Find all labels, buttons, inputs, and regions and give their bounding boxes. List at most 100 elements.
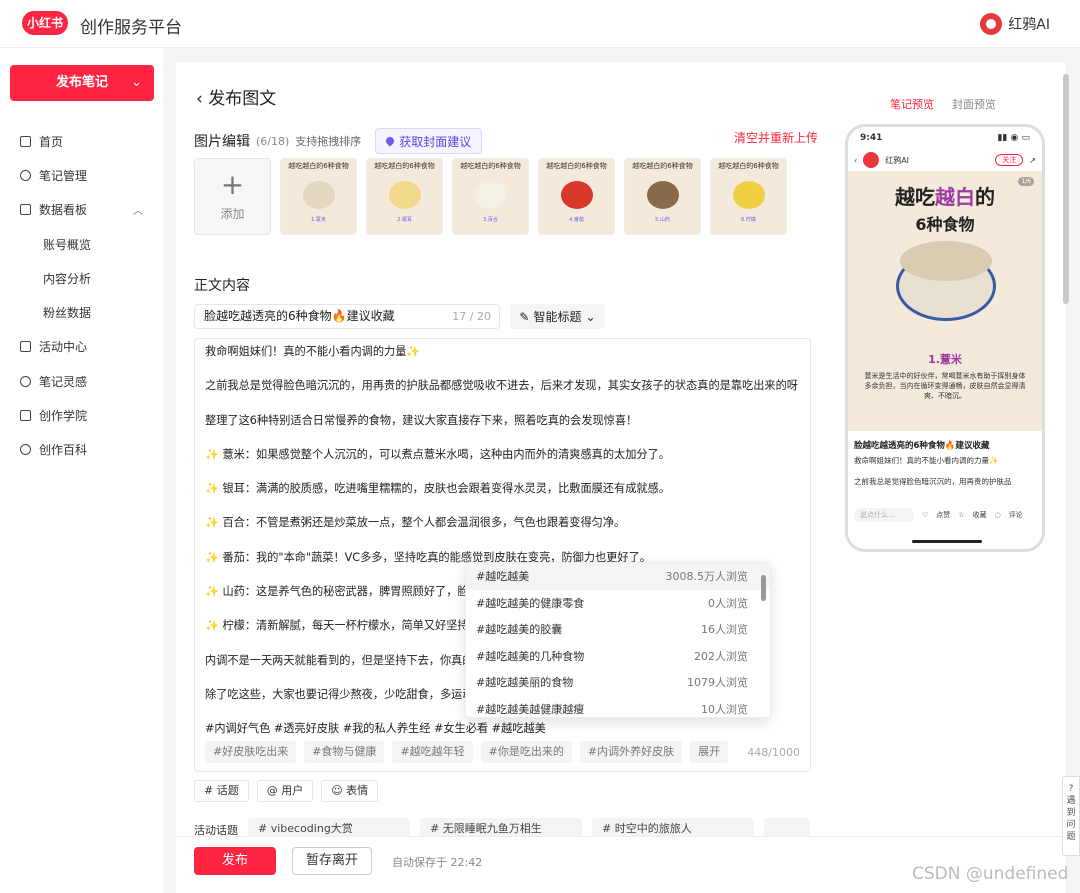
save-draft-button[interactable]: 暂存离开 [292, 847, 372, 875]
sidebar-item-1[interactable]: 笔记管理 [0, 158, 163, 192]
image-thumbnail[interactable]: 越吃越白的6种食物 4.番茄 [538, 158, 615, 235]
food-image [561, 181, 593, 209]
image-thumbnail[interactable]: 越吃越白的6种食物 1.薏米 [280, 158, 357, 235]
food-image [389, 181, 421, 209]
sidebar-item-label: 账号概览 [43, 237, 92, 252]
sidebar: 发布笔记 ⌄ 首页 笔记管理 数据看板 ︿ 账号概览 内容分析 粉丝数据 活动中心 笔记灵感 创作… [0, 48, 163, 893]
topic-views: 3008.5万人浏览 [665, 570, 749, 584]
content-heading: 正文内容 [194, 278, 250, 294]
topic-tag: #越吃越美越健康越瘦 [476, 702, 585, 716]
star-icon: ☆ [958, 511, 965, 519]
back-button[interactable]: ‹ 发布图文 [196, 84, 276, 109]
title-input[interactable]: 脸越吃越透亮的6种食物🔥建议收藏 17 / 20 [194, 304, 500, 329]
topic-chip[interactable]: #越吃越年轻 [392, 741, 473, 763]
topic-chip[interactable]: #你是吃出来的 [480, 741, 572, 763]
preview-big-subtitle: 6种食物 [915, 215, 975, 234]
emoji-button[interactable]: ☺ 表情 [321, 780, 379, 802]
dropdown-option[interactable]: #越吃越美的几种食物 202人浏览 [466, 643, 770, 670]
clear-reupload-link[interactable]: 清空并重新上传 [734, 129, 818, 146]
thumbnail-title: 越吃越白的6种食物 [288, 162, 349, 170]
smart-title-button[interactable]: ✎ 智能标题 ⌄ [510, 304, 605, 329]
topic-views: 202人浏览 [694, 649, 748, 663]
wiki-icon [20, 444, 31, 456]
tab-note-preview[interactable]: 笔记预览 [890, 96, 934, 112]
sidebar-item-7[interactable]: 笔记灵感 [0, 364, 163, 398]
sidebar-item-6[interactable]: 活动中心 [0, 330, 163, 364]
dropdown-option[interactable]: #越吃越美越健康越瘦 10人浏览 [466, 696, 770, 718]
preview-note-text: 救命啊姐妹们！真的不能小看内调的力量✨ [854, 456, 999, 465]
sidebar-nav: 首页 笔记管理数据看板 ︿ 账号概览内容分析 粉丝数据活动中心笔记灵感 创作学院 创作百科 [0, 124, 163, 467]
image-thumbnail[interactable]: 越吃越白的6种食物 5.山药 [624, 158, 701, 235]
dropdown-option[interactable]: #越吃越美的健康零食 0人浏览 [466, 590, 770, 617]
sidebar-item-4[interactable]: 内容分析 [0, 261, 163, 295]
preview-note-text: 之前我总是觉得脸色暗沉沉的，用再贵的护肤品 [854, 477, 1012, 486]
sidebar-item-label: 数据看板 [39, 203, 88, 218]
user-name: 红鸦AI [1008, 17, 1050, 33]
avatar [863, 152, 880, 168]
chart-icon [20, 204, 31, 216]
topic-views: 1079人浏览 [687, 676, 748, 690]
phone-preview: 9:41 ▮▮ ◉ ▭ ‹ 红鸦AI 关注 ↗ 1/6 越吃越白的 6种食物 1.… [845, 124, 1045, 552]
content-paragraph: ✨ 薏米：如果感觉整个人沉沉的，可以煮点薏米水喝，这种由内而外的清爽感真的太加分… [205, 447, 670, 461]
image-count: (6/18) [256, 134, 290, 148]
avatar[interactable] [980, 13, 1003, 35]
phone-action-bar: 说点什么... ♡ 点赞 ☆ 收藏 ◌ 评论 [848, 505, 1042, 525]
topic-button[interactable]: # 话题 [194, 780, 249, 802]
add-image-button[interactable]: + 添加 [194, 158, 271, 235]
content-paragraph: 整理了这6种特别适合日常慢养的食物，建议大家直接存下来，照着吃真的会发现惊喜！ [205, 413, 638, 427]
tab-cover-preview[interactable]: 封面预览 [952, 96, 996, 112]
topic-tag: #越吃越美 [476, 570, 530, 584]
question-icon: ? [1068, 784, 1074, 794]
user-menu[interactable]: 红鸦AI [980, 13, 1050, 35]
sidebar-item-5[interactable]: 粉丝数据 [0, 295, 163, 329]
sidebar-item-0[interactable]: 首页 [0, 124, 163, 158]
content-paragraph: ✨ 百合：不管是煮粥还是炒菜放一点，整个人都会温润很多，气色也跟着变得匀净。 [205, 516, 626, 530]
drag-hint: 支持拖拽排序 [295, 135, 362, 148]
thumbnail-caption: 3.百合 [483, 217, 498, 223]
topic-chip[interactable]: #内调外养好皮肤 [579, 741, 683, 763]
preview-image: 1/6 越吃越白的 6种食物 1.薏米 薏米是生活中的好伙伴，常喝薏米水有助于挥… [848, 171, 1042, 431]
image-edit-heading: 图片编辑 [194, 134, 250, 150]
dropdown-option[interactable]: #越吃越美丽的食物 1079人浏览 [466, 669, 770, 696]
app-title: 创作服务平台 [80, 18, 182, 38]
dropdown-option[interactable]: #越吃越美的胶囊 16人浏览 [466, 616, 770, 643]
dropdown-scrollbar[interactable] [761, 575, 766, 601]
top-bar: 小红书 创作服务平台 红鸦AI [0, 0, 1080, 48]
content-paragraph: 之前我总是觉得脸色暗沉沉的，用再贵的护肤品都感觉吸收不进去，后来才发现，其实女孩… [205, 379, 800, 393]
dropdown-option[interactable]: #越吃越美 3008.5万人浏览 [466, 563, 770, 590]
main-panel: ‹ 发布图文 图片编辑 (6/18) 支持拖拽排序 获取封面建议 清空并重新上传… [176, 62, 1066, 893]
thumbnail-caption: 6.柠檬 [741, 217, 756, 223]
sidebar-item-8[interactable]: 创作学院 [0, 398, 163, 432]
page-scrollbar[interactable] [1062, 62, 1070, 822]
thumbnail-caption: 5.山药 [655, 217, 670, 223]
image-thumbnail[interactable]: 越吃越白的6种食物 2.银耳 [366, 158, 443, 235]
word-count: 448/1000 [747, 745, 800, 759]
thumbnail-title: 越吃越白的6种食物 [374, 162, 435, 170]
logo[interactable]: 小红书 [22, 11, 68, 35]
magic-wand-icon: ✎ [519, 309, 530, 324]
cover-suggestion-button[interactable]: 获取封面建议 [375, 128, 483, 154]
plus-icon: + [220, 168, 245, 201]
sidebar-item-9[interactable]: 创作百科 [0, 433, 163, 467]
chevron-down-icon[interactable]: ⌄ [131, 65, 142, 101]
thumbnail-title: 越吃越白的6种食物 [546, 162, 607, 170]
topic-chip[interactable]: #好皮肤吃出来 [205, 741, 297, 763]
sidebar-item-2[interactable]: 数据看板 ︿ [0, 193, 163, 227]
food-image [303, 181, 335, 209]
publish-note-button[interactable]: 发布笔记 ⌄ [10, 65, 154, 101]
expand-button[interactable]: 展开 [690, 741, 729, 763]
comment-input: 说点什么... [854, 508, 914, 522]
thumbnail-caption: 2.银耳 [397, 217, 412, 223]
image-thumbnail[interactable]: 越吃越白的6种食物 3.百合 [452, 158, 529, 235]
preview-note-title: 脸越吃越透亮的6种食物🔥建议收藏 [854, 441, 990, 451]
mention-user-button[interactable]: @ 用户 [256, 780, 314, 802]
publish-button[interactable]: 发布 [194, 847, 276, 875]
chevron-up-icon[interactable]: ︿ [133, 202, 143, 217]
image-thumbnail[interactable]: 越吃越白的6种食物 6.柠檬 [710, 158, 787, 235]
sidebar-item-label: 活动中心 [39, 340, 88, 355]
topic-chip[interactable]: #食物与健康 [304, 741, 385, 763]
topic-tag: #越吃越美丽的食物 [476, 676, 574, 690]
sidebar-item-3[interactable]: 账号概览 [0, 227, 163, 261]
follow-button: 关注 [995, 154, 1024, 166]
help-button[interactable]: ? 遇到问题 [1062, 776, 1080, 856]
